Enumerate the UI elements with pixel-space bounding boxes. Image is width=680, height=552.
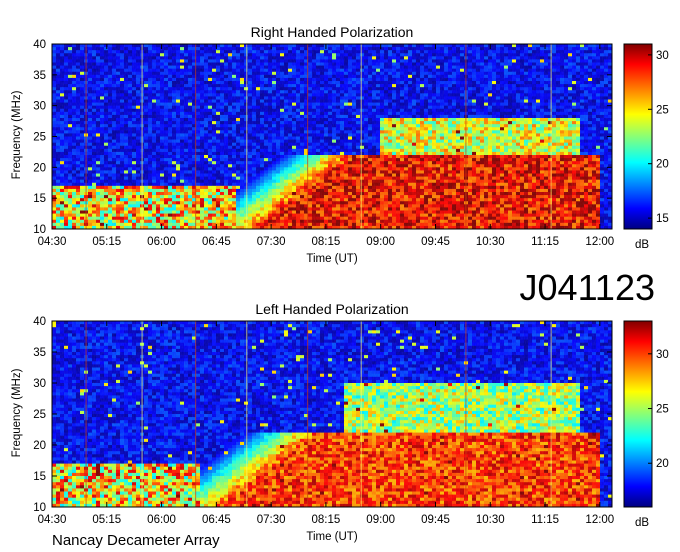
y-tick-label: 25 [33,409,46,421]
x-tick-label: 07:30 [257,236,286,248]
left-colorbar-unit: dB [635,517,649,529]
right-polarization-panel: Right Handed Polarization 04:30 05:15 06:0… [11,24,669,265]
y-tick-label: 10 [33,502,46,514]
colorbar-tick-label: 25 [656,104,669,116]
right-x-axis-label: Time (UT) [306,253,357,265]
x-tick-label: 09:00 [366,236,395,248]
x-tick-label: 04:30 [38,236,67,248]
figure-canvas: Right Handed Polarization 04:30 05:15 06:0… [11,24,669,549]
colorbar-gradient [623,320,653,508]
y-tick-label: 20 [33,440,46,452]
left-spectrogram [52,321,613,508]
x-tick-label: 06:45 [202,236,231,248]
y-tick-label: 40 [33,39,46,51]
x-tick-label: 11:15 [531,514,559,526]
y-tick-label: 30 [33,101,46,113]
right-colorbar-unit: dB [635,239,649,251]
right-spectrogram [52,44,613,230]
x-tick-label: 11:15 [531,236,559,248]
right-y-axis-label: Frequency (MHz) [11,90,23,179]
y-tick-label: 15 [33,471,46,483]
y-tick-label: 25 [33,132,46,144]
x-tick-label: 04:30 [38,514,67,526]
left-y-axis-label: Frequency (MHz) [11,368,23,457]
y-tick-label: 15 [33,193,46,205]
right-colorbar: 15 20 25 30 [623,43,669,230]
colorbar-tick-label: 30 [656,50,669,62]
colorbar-tick-label: 30 [656,349,669,361]
x-tick-label: 10:30 [476,236,505,248]
x-tick-label: 06:45 [202,514,231,526]
x-tick-label: 08:15 [312,236,341,248]
y-tick-label: 30 [33,378,46,390]
x-tick-label: 07:30 [257,514,286,526]
colorbar-tick-label: 15 [656,213,669,225]
left-panel-title: Left Handed Polarization [255,301,408,317]
x-tick-label: 10:30 [476,514,505,526]
y-tick-label: 20 [33,162,46,174]
x-tick-label: 12:00 [585,236,614,248]
x-tick-label: 08:15 [312,514,341,526]
right-panel-title: Right Handed Polarization [251,24,414,40]
y-tick-label: 40 [33,316,46,328]
y-tick-label: 35 [33,70,46,82]
colorbar-tick-label: 25 [656,404,669,416]
x-tick-label: 09:45 [421,236,450,248]
observation-id: J041123 [520,267,655,308]
x-tick-label: 06:00 [147,514,176,526]
instrument-name: Nancay Decameter Array [52,532,220,549]
left-colorbar: 20 25 30 [623,320,669,508]
colorbar-tick-label: 20 [656,159,669,171]
x-tick-label: 12:00 [585,514,614,526]
y-tick-label: 10 [33,224,46,236]
x-tick-label: 05:15 [92,236,121,248]
x-tick-label: 06:00 [147,236,176,248]
y-tick-label: 35 [33,347,46,359]
left-x-axis-label: Time (UT) [306,531,357,543]
x-tick-label: 09:45 [421,514,450,526]
x-tick-label: 09:00 [366,514,395,526]
x-tick-label: 05:15 [92,514,121,526]
colorbar-tick-label: 20 [656,458,669,470]
left-polarization-panel: Left Handed Polarization 04:30 05:15 06:00… [11,301,669,543]
colorbar-gradient [623,43,653,230]
